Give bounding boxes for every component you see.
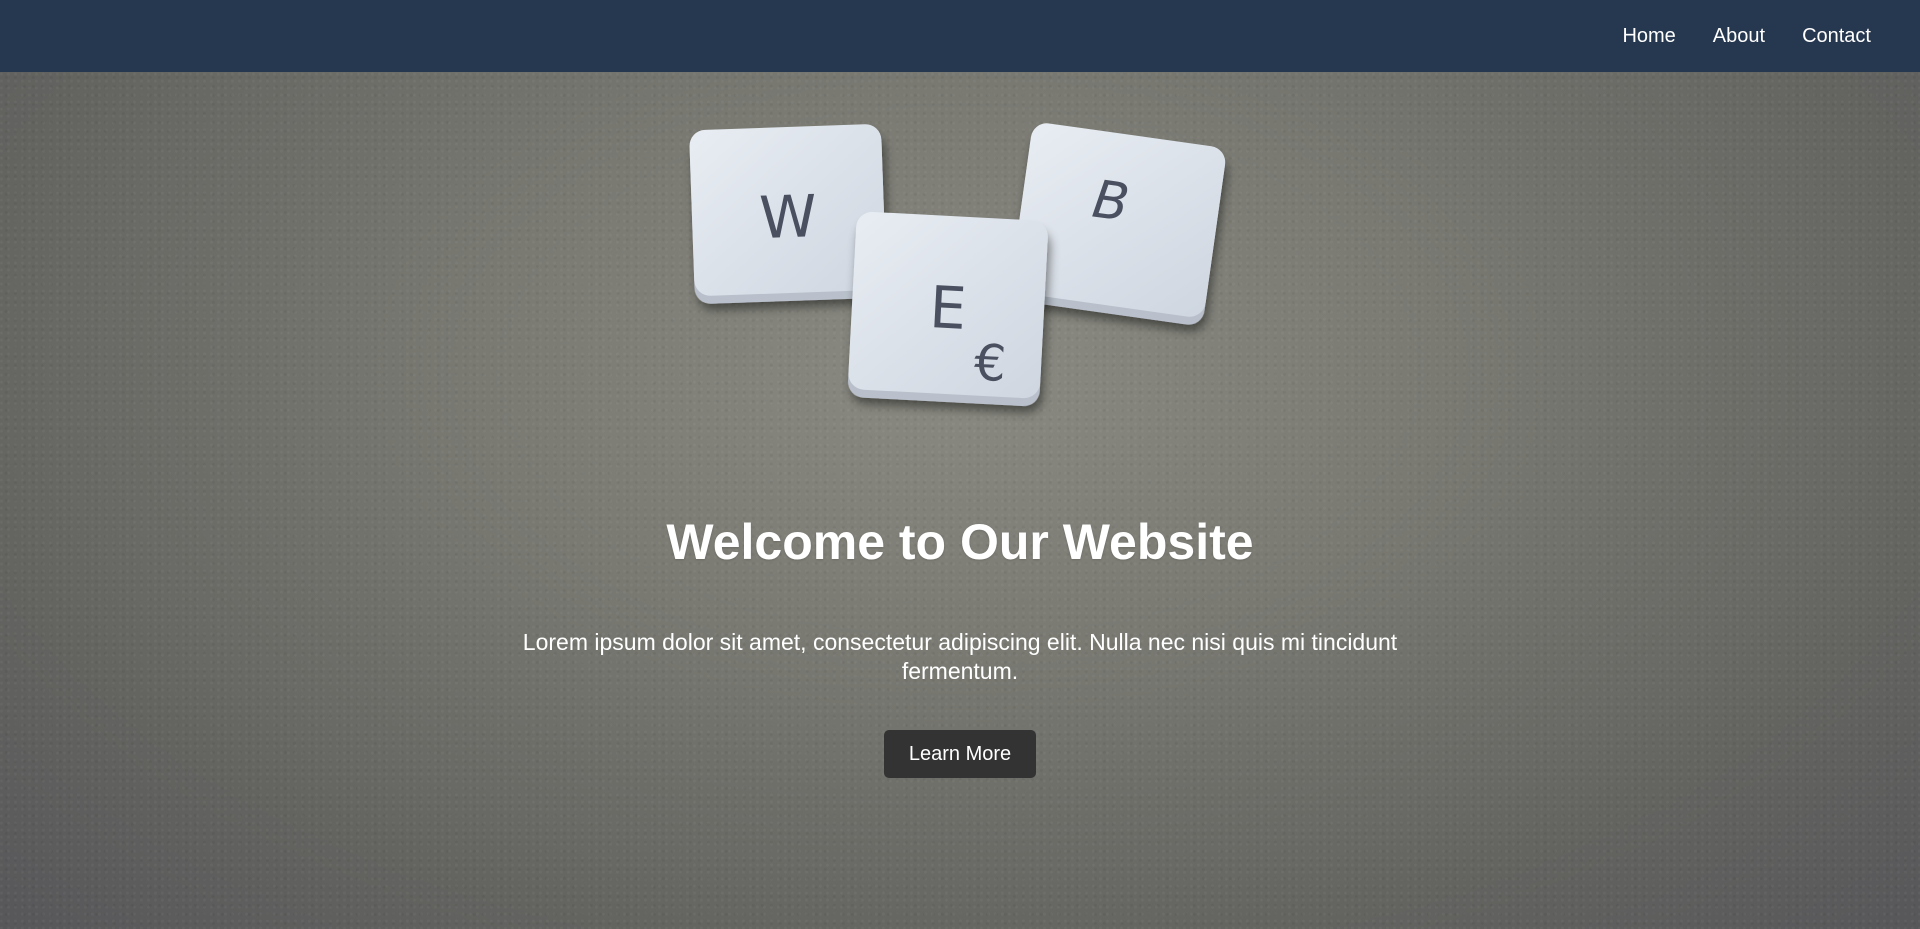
tile-letter-e: E <box>928 273 968 343</box>
tile-letter-w: W <box>758 182 818 252</box>
hero-image-letter-tiles: W B E € <box>689 123 1226 407</box>
top-navbar: Home About Contact <box>0 0 1920 72</box>
nav-link-home[interactable]: Home <box>1622 25 1675 48</box>
nav-link-about[interactable]: About <box>1713 25 1765 48</box>
euro-icon: € <box>973 333 1008 393</box>
tile-e: E € <box>848 211 1048 407</box>
nav-links: Home About Contact <box>1622 0 1871 72</box>
nav-link-contact[interactable]: Contact <box>1802 25 1871 48</box>
hero-section: W B E € Welcome to Our Website Lorem ips… <box>0 72 1920 929</box>
hero-description: Lorem ipsum dolor sit amet, consectetur … <box>522 629 1398 684</box>
hero-title: Welcome to Our Website <box>666 514 1254 570</box>
learn-more-button[interactable]: Learn More <box>884 730 1036 778</box>
